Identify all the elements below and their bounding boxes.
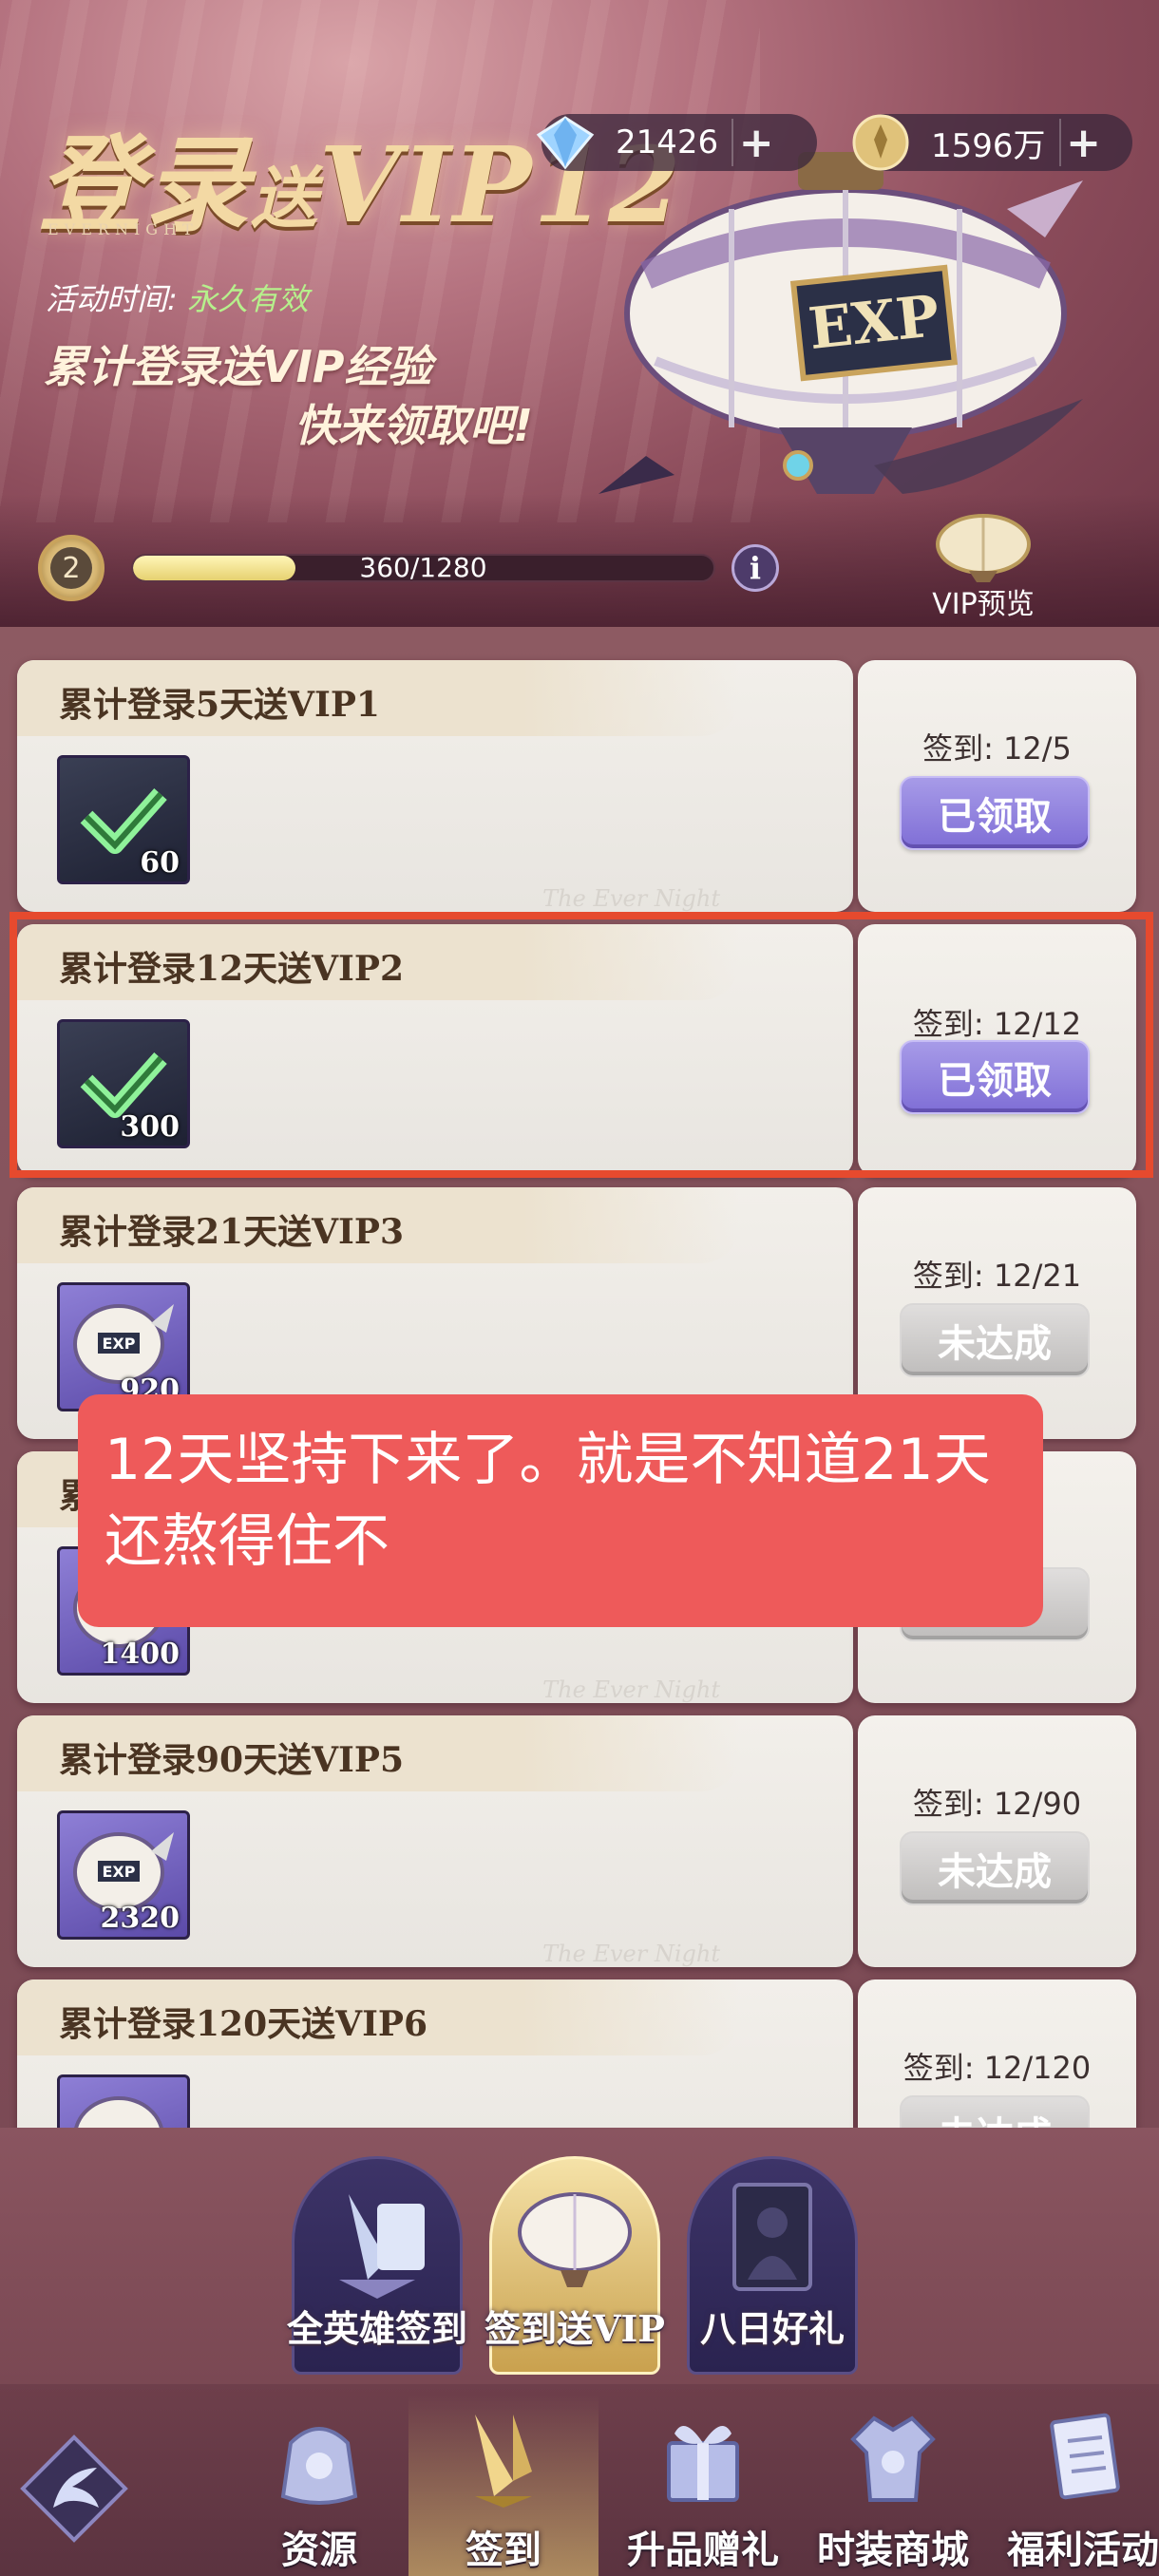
- tab-label: 全英雄签到: [286, 2307, 467, 2350]
- title-small: 送: [251, 159, 319, 237]
- vip-progress-text: 360/1280: [359, 552, 487, 583]
- promo-line-1: 累计登录送VIP经验: [44, 341, 432, 392]
- nav-fashion-shop[interactable]: 时装商城: [798, 2396, 988, 2576]
- reward-title: 累计登录21天送VIP3: [59, 1212, 404, 1252]
- activity-value: 永久有效: [186, 281, 309, 317]
- tab-eight-day-gift[interactable]: 八日好礼: [677, 2137, 867, 2375]
- diamond-icon: [532, 109, 598, 176]
- reward-item[interactable]: [57, 2074, 190, 2128]
- reward-title: 累计登录90天送VIP5: [59, 1740, 404, 1780]
- activity-label: 活动时间:: [46, 281, 178, 317]
- event-subtabs: 全英雄签到 签到送VIP 八日好礼: [0, 2128, 1159, 2384]
- tab-signin-vip[interactable]: 签到送VIP: [480, 2137, 670, 2375]
- tab-all-hero-signin[interactable]: 全英雄签到: [282, 2137, 472, 2375]
- reward-item[interactable]: 300: [57, 1019, 190, 1148]
- vip-progress-row: 2 360/1280 i VIP预览: [0, 499, 1159, 627]
- nav-resources[interactable]: 资源: [224, 2396, 414, 2576]
- reward-quantity: 2320: [100, 1902, 180, 1935]
- reward-card-vip5: 累计登录90天送VIP5 EXP 2320 The Ever Night 签到:…: [17, 1715, 1136, 1967]
- gem-currency: 21426 +: [536, 114, 817, 171]
- reward-card-body: 累计登录120天送VIP6: [17, 1979, 853, 2128]
- tab-label: 签到送VIP: [484, 2307, 665, 2350]
- reward-quantity: 60: [140, 846, 180, 880]
- info-icon[interactable]: i: [732, 544, 779, 592]
- reward-item[interactable]: EXP 2320: [57, 1810, 190, 1940]
- reward-title: 累计登录12天送VIP2: [59, 949, 404, 989]
- reward-status-panel: 签到: 12/5 已领取: [858, 660, 1136, 912]
- reward-card-body: 累计登录90天送VIP5 EXP 2320 The Ever Night: [17, 1715, 853, 1967]
- promo-line-2: 快来领取吧!: [294, 400, 533, 451]
- nav-label: 签到: [466, 2528, 542, 2572]
- claimed-button[interactable]: 已领取: [900, 1040, 1090, 1114]
- nav-welfare[interactable]: 福利活动: [988, 2396, 1159, 2576]
- reward-card-vip2: 累计登录12天送VIP2 300 签到: 12/12 已领取: [17, 924, 1136, 1176]
- reward-quantity: 300: [120, 1110, 180, 1144]
- sign-in-count: 签到: 12/5: [922, 730, 1072, 767]
- claimed-button[interactable]: 已领取: [900, 776, 1090, 850]
- reward-list[interactable]: 累计登录5天送VIP1 60 The Ever Night 签到: 12/5 已…: [0, 627, 1159, 2128]
- reward-quantity: 1400: [100, 1638, 180, 1671]
- exp-airship-item-icon: [74, 2096, 163, 2128]
- reward-status-panel: 签到: 12/120 未达成: [858, 1979, 1136, 2128]
- vip-level-number: 2: [50, 547, 92, 589]
- gift-box-icon: [667, 2426, 739, 2502]
- airship-exp-label: EXP: [806, 283, 942, 363]
- reward-item[interactable]: 60: [57, 755, 190, 884]
- reward-card-vip6: 累计登录120天送VIP6 签到: 12/120 未达成: [17, 1979, 1136, 2128]
- airship-icon: [518, 2192, 632, 2287]
- svg-text:EXP: EXP: [103, 1863, 136, 1881]
- tab-label: 八日好礼: [699, 2307, 845, 2350]
- sign-in-count: 签到: 12/21: [912, 1258, 1082, 1294]
- watermark: The Ever Night: [542, 1941, 720, 1967]
- costume-icon: [850, 2415, 936, 2502]
- quill-icon: [475, 2415, 532, 2508]
- nav-label: 福利活动: [1007, 2528, 1159, 2572]
- watermark: The Ever Night: [542, 1676, 720, 1703]
- sign-in-count: 签到: 12/120: [902, 2050, 1092, 2086]
- not-achieved-button[interactable]: 未达成: [900, 2095, 1090, 2128]
- reward-card-body: 累计登录5天送VIP1 60 The Ever Night: [17, 660, 853, 912]
- vip-preview-label: VIP预览: [932, 588, 1035, 621]
- event-banner: 登录送VIP12 EVERNIGHT 活动时间: 永久有效 累计登录送VIP经验…: [0, 0, 1159, 627]
- watermark: The Ever Night: [542, 885, 720, 912]
- add-gold-button[interactable]: +: [1058, 119, 1107, 167]
- svg-text:EXP: EXP: [103, 1335, 136, 1353]
- sign-in-count: 签到: 12/90: [912, 1786, 1082, 1822]
- nav-upgrade-gift[interactable]: 升品赠礼: [608, 2396, 798, 2576]
- gold-currency: 1596万 +: [852, 114, 1132, 171]
- activity-time: 活动时间: 永久有效: [46, 275, 309, 319]
- sign-in-count: 签到: 12/12: [912, 1006, 1082, 1042]
- brand-logo-text: EVERNIGHT: [48, 220, 199, 238]
- reward-card-body: 累计登录12天送VIP2 300: [17, 924, 853, 1176]
- vip-preview-button[interactable]: VIP预览: [912, 508, 1054, 622]
- feather-scroll-icon: [339, 2194, 425, 2299]
- reward-status-panel: 签到: 12/90 未达成: [858, 1715, 1136, 1967]
- reward-item[interactable]: EXP 920: [57, 1282, 190, 1411]
- reward-title: 累计登录120天送VIP6: [59, 2004, 428, 2044]
- card-silhouette-icon: [732, 2183, 812, 2291]
- caption-overlay: 12天坚持下来了。就是不知道21天还熬得住不: [78, 1394, 1043, 1627]
- reward-card-vip1: 累计登录5天送VIP1 60 The Ever Night 签到: 12/5 已…: [17, 660, 1136, 912]
- vip-level-badge: 2: [38, 535, 104, 601]
- gold-amount: 1596万: [931, 126, 1046, 165]
- gold-coin-icon: [847, 109, 914, 176]
- reward-status-panel: 签到: 12/12 已领取: [858, 924, 1136, 1176]
- document-icon: [1050, 2413, 1120, 2500]
- bottom-nav: 资源 签到 升品赠礼 时装商城 福利活动: [0, 2384, 1159, 2576]
- nav-signin[interactable]: 签到: [408, 2396, 598, 2576]
- airship-icon: [936, 514, 1031, 582]
- gem-amount: 21426: [616, 123, 719, 161]
- add-gems-button[interactable]: +: [732, 119, 779, 167]
- not-achieved-button[interactable]: 未达成: [900, 1303, 1090, 1377]
- resource-pouch-icon: [280, 2427, 358, 2505]
- reward-title: 累计登录5天送VIP1: [59, 685, 380, 725]
- not-achieved-button[interactable]: 未达成: [900, 1831, 1090, 1905]
- game-logo-icon[interactable]: [17, 2432, 131, 2546]
